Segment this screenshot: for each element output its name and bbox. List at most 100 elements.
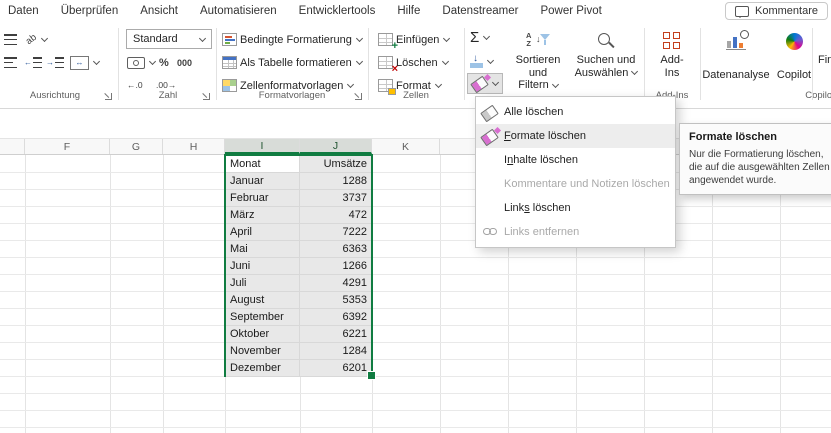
cell-value[interactable]: 6363	[300, 241, 371, 258]
table-row: Mai6363	[226, 241, 371, 258]
conditional-formatting-button[interactable]: Bedingte Formatierung	[222, 30, 362, 49]
accounting-format-button[interactable]	[127, 53, 155, 72]
menu-item-alle-loschen[interactable]: Alle löschen	[476, 100, 675, 124]
cell-value[interactable]: 6201	[300, 360, 371, 377]
column-header-f[interactable]: F	[25, 139, 110, 154]
insert-cells-button[interactable]: Einfügen	[378, 30, 449, 49]
cell-month[interactable]: Juli	[226, 275, 300, 292]
menu-tab-automatisieren[interactable]: Automatisieren	[200, 5, 277, 17]
column-header-k[interactable]: K	[372, 139, 440, 154]
format-as-table-button[interactable]: Als Tabelle formatieren	[222, 53, 362, 72]
decrease-indent-button[interactable]: ←	[24, 53, 42, 72]
gridline-vertical	[440, 155, 441, 433]
cell-value[interactable]: 1266	[300, 258, 371, 275]
merge-center-button[interactable]: ↔	[70, 53, 99, 72]
increase-indent-button[interactable]: →	[46, 53, 64, 72]
gridline-vertical	[163, 155, 164, 433]
chevron-down-icon	[356, 35, 363, 42]
autosum-button[interactable]: Σ	[470, 28, 489, 47]
cell-month[interactable]: März	[226, 207, 300, 224]
menu-tab-entwicklertools[interactable]: Entwicklertools	[299, 5, 376, 17]
cell-value[interactable]: 472	[300, 207, 371, 224]
cell-month[interactable]: Mai	[226, 241, 300, 258]
menu-tab-ansicht[interactable]: Ansicht	[140, 5, 178, 17]
eraser-icon	[472, 77, 488, 90]
cell-value[interactable]: 5353	[300, 292, 371, 309]
group-separator	[812, 28, 813, 100]
clear-button[interactable]	[468, 74, 502, 93]
menu-item-inhalte-loschen[interactable]: Inhalte löschen	[476, 148, 675, 172]
chevron-down-icon	[483, 33, 490, 40]
comments-label: Kommentare	[755, 5, 818, 17]
number-format-value: Standard	[133, 33, 178, 45]
menu-tab-uberprufen[interactable]: Überprüfen	[61, 5, 119, 17]
fill-button[interactable]	[470, 52, 493, 71]
cell-month[interactable]: Januar	[226, 173, 300, 190]
cell-month[interactable]: September	[226, 309, 300, 326]
cell-header-monat[interactable]: Monat	[226, 156, 300, 173]
column-header-j[interactable]: J	[300, 139, 372, 154]
decrease-decimal-icon: .00→	[156, 80, 176, 90]
cell-value[interactable]: 7222	[300, 224, 371, 241]
cell-month[interactable]: April	[226, 224, 300, 241]
column-header-h[interactable]: H	[163, 139, 225, 154]
cell-month[interactable]: Februar	[226, 190, 300, 207]
align-left-button[interactable]	[4, 53, 17, 72]
number-format-select[interactable]: Standard	[126, 29, 212, 49]
button-label-line2: Filtern	[518, 79, 549, 92]
data-analysis-button[interactable]: Datenanalyse	[702, 26, 770, 104]
column-header-i[interactable]: I	[225, 139, 300, 154]
menu-item-formate-loschen[interactable]: Formate löschen	[476, 124, 675, 148]
menu-tab-daten[interactable]: Daten	[8, 5, 39, 17]
eraser-format-icon	[476, 130, 504, 143]
menu-tab-datenstreamer[interactable]: Datenstreamer	[442, 5, 518, 17]
gridline-horizontal	[0, 240, 831, 241]
cell-value[interactable]: 1284	[300, 343, 371, 360]
autosum-icon: Σ	[470, 30, 479, 45]
chevron-down-icon	[487, 57, 494, 64]
gridline-horizontal	[0, 325, 831, 326]
cell-month[interactable]: August	[226, 292, 300, 309]
gridline-vertical	[110, 155, 111, 433]
column-header-g[interactable]: G	[110, 139, 163, 154]
tooltip: Formate löschen Nur die Formatierung lös…	[679, 123, 831, 195]
increase-decimal-icon: ←.0	[127, 80, 143, 90]
cell-value[interactable]: 6221	[300, 326, 371, 343]
cell-value[interactable]: 6392	[300, 309, 371, 326]
dialog-launcher-ausrichtung[interactable]	[104, 92, 113, 101]
menu-tab-hilfe[interactable]: Hilfe	[397, 5, 420, 17]
comma-style-button[interactable]: 000	[177, 53, 192, 72]
align-top-button[interactable]	[4, 30, 17, 49]
comments-button[interactable]: Kommentare	[725, 2, 828, 20]
button-label-line2: Ins	[665, 67, 680, 80]
chevron-down-icon	[347, 81, 354, 88]
gridline-horizontal	[0, 274, 831, 275]
dialog-launcher-zahl[interactable]	[202, 92, 211, 101]
gridline-horizontal	[0, 308, 831, 309]
copilot-icon	[772, 28, 816, 54]
chevron-down-icon	[93, 58, 100, 65]
selected-range[interactable]: MonatUmsätzeJanuar1288Februar3737März472…	[224, 154, 373, 377]
cell-value[interactable]: 3737	[300, 190, 371, 207]
gridline-vertical	[25, 155, 26, 433]
menu-tab-power-pivot[interactable]: Power Pivot	[540, 5, 601, 17]
cell-header-umsaetze[interactable]: Umsätze	[300, 156, 371, 173]
cell-month[interactable]: Dezember	[226, 360, 300, 377]
delete-cells-button[interactable]: Löschen	[378, 53, 448, 72]
fill-handle[interactable]	[367, 371, 376, 380]
dialog-launcher-formatvorlagen[interactable]	[354, 92, 363, 101]
table-row: Juli4291	[226, 275, 371, 292]
cell-month[interactable]: Juni	[226, 258, 300, 275]
percent-style-button[interactable]: %	[159, 53, 169, 72]
menu-item-links-loschen[interactable]: Links löschen	[476, 196, 675, 220]
cell-month[interactable]: Oktober	[226, 326, 300, 343]
cell-month[interactable]: November	[226, 343, 300, 360]
column-header[interactable]	[0, 139, 25, 154]
ribbon-tab-bar: Daten Überprüfen Ansicht Automatisieren Entw…	[0, 0, 831, 22]
button-label: Als Tabelle formatieren	[240, 57, 352, 69]
cell-value[interactable]: 1288	[300, 173, 371, 190]
gridline-horizontal	[0, 359, 831, 360]
cell-value[interactable]: 4291	[300, 275, 371, 292]
text-orientation-button[interactable]: ab	[26, 30, 47, 49]
sort-filter-button[interactable]: AZ↓ Sortieren und Filtern	[506, 26, 570, 104]
